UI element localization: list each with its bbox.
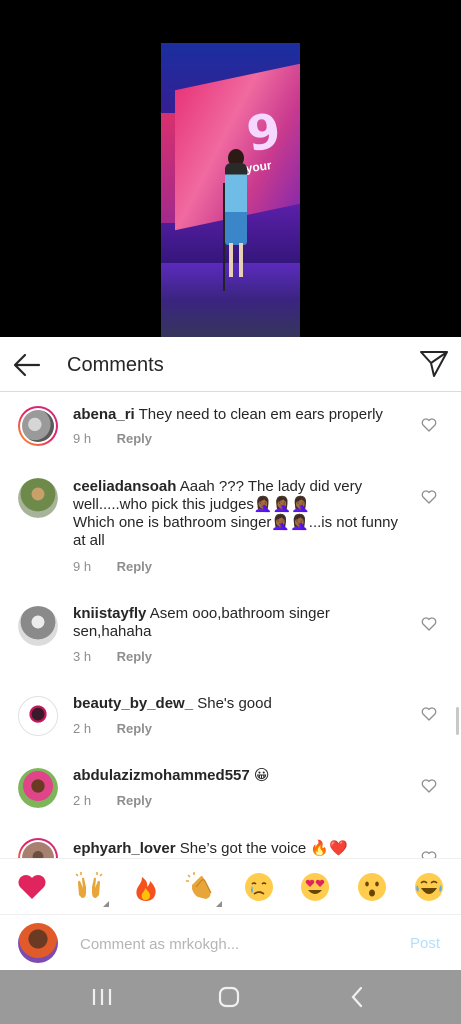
emoji-clapping-button[interactable] xyxy=(180,865,224,909)
recent-apps-button[interactable] xyxy=(88,984,116,1010)
reply-button[interactable]: Reply xyxy=(117,721,152,736)
comment-time: 9 h xyxy=(73,431,92,446)
performer-legs xyxy=(229,243,243,277)
comment-username[interactable]: ephyarh_lover xyxy=(73,840,176,857)
emoji-heart-button[interactable] xyxy=(10,865,54,909)
comment-username[interactable]: kniistayfly xyxy=(73,605,146,622)
heart-icon xyxy=(421,617,437,631)
heart-icon xyxy=(421,418,437,432)
reply-button[interactable]: Reply xyxy=(117,559,152,574)
video-frame[interactable]: 9 ck your xyxy=(161,43,300,337)
reply-button[interactable]: Reply xyxy=(117,793,152,808)
skin-tone-marker xyxy=(216,900,223,907)
emoji-surprised-button[interactable] xyxy=(350,865,394,909)
like-button[interactable] xyxy=(421,850,437,858)
heart-icon xyxy=(421,707,437,721)
comment-meta: 3 h Reply xyxy=(73,649,152,664)
comment-meta: 2 h Reply xyxy=(73,793,152,808)
comment-username[interactable]: abena_ri xyxy=(73,406,135,423)
like-button[interactable] xyxy=(421,417,437,433)
comment-body: She's good xyxy=(197,695,272,712)
emoji-laughing-button[interactable] xyxy=(407,865,451,909)
like-button[interactable] xyxy=(421,706,437,722)
share-button[interactable] xyxy=(418,349,450,379)
fire-icon xyxy=(135,876,156,901)
avatar[interactable] xyxy=(18,838,58,858)
comment-time: 2 h xyxy=(73,793,92,808)
crying-face-icon xyxy=(244,872,273,901)
video-player[interactable]: 9 ck your xyxy=(0,0,461,337)
avatar[interactable] xyxy=(18,768,58,808)
scrollbar-thumb[interactable] xyxy=(456,707,459,735)
comment-meta: 9 h Reply xyxy=(73,431,152,446)
reply-button[interactable]: Reply xyxy=(117,431,152,446)
skin-tone-marker xyxy=(102,900,109,907)
comment-meta: 9 h Reply xyxy=(73,559,152,574)
chevron-left-icon xyxy=(351,986,363,1008)
comments-list[interactable]: abena_ri They need to clean em ears prop… xyxy=(0,392,461,858)
comment-username[interactable]: beauty_by_dew_ xyxy=(73,695,193,712)
like-button[interactable] xyxy=(421,489,437,505)
comment-username[interactable]: abdulazizmohammed557 xyxy=(73,767,250,784)
post-button[interactable]: Post xyxy=(410,935,440,952)
page-title: Comments xyxy=(67,354,164,376)
comment-text: ephyarh_lover She’s got the voice 🔥❤️ xyxy=(73,840,403,858)
avatar[interactable] xyxy=(18,696,58,736)
avatar[interactable] xyxy=(18,478,58,518)
heart-eyes-icon xyxy=(301,872,330,901)
emoji-heart-eyes-button[interactable] xyxy=(293,865,337,909)
avatar[interactable] xyxy=(18,406,58,446)
like-button[interactable] xyxy=(421,616,437,632)
home-icon xyxy=(218,986,240,1008)
paper-plane-icon xyxy=(420,351,448,377)
clapping-hands-icon xyxy=(186,871,212,899)
comment-time: 3 h xyxy=(73,649,92,664)
comment-time: 9 h xyxy=(73,559,92,574)
current-user-avatar xyxy=(18,923,58,963)
emoji-crying-button[interactable] xyxy=(237,865,281,909)
comments-header: Comments xyxy=(0,337,461,392)
back-nav-button[interactable] xyxy=(344,984,372,1010)
comment-time: 2 h xyxy=(73,721,92,736)
emoji-fire-button[interactable] xyxy=(124,865,168,909)
heart-icon xyxy=(421,851,437,858)
raising-hands-icon xyxy=(75,871,103,898)
red-heart-icon xyxy=(18,874,46,899)
comment-text: abena_ri They need to clean em ears prop… xyxy=(73,406,403,424)
quick-emoji-bar xyxy=(0,858,461,914)
comment-input[interactable] xyxy=(80,933,400,955)
comment-text: beauty_by_dew_ She's good xyxy=(73,695,403,713)
heart-icon xyxy=(421,490,437,504)
reply-button[interactable]: Reply xyxy=(117,649,152,664)
comment-body: They need to clean em ears properly xyxy=(138,406,383,423)
comment-body: She’s got the voice 🔥❤️ xyxy=(179,840,348,857)
back-button[interactable] xyxy=(12,351,42,379)
emoji-raising-hands-button[interactable] xyxy=(67,865,111,909)
comment-text: ceeliadansoah Aaah ??? The lady did very… xyxy=(73,478,403,550)
arrow-left-icon xyxy=(13,353,41,377)
heart-icon xyxy=(421,779,437,793)
comment-text: kniistayfly Asem ooo,bathroom singer sen… xyxy=(73,605,403,641)
recent-apps-icon xyxy=(92,989,112,1005)
system-nav-bar xyxy=(0,970,461,1024)
like-button[interactable] xyxy=(421,778,437,794)
comment-meta: 2 h Reply xyxy=(73,721,152,736)
home-button[interactable] xyxy=(215,984,243,1010)
comment-composer: Post xyxy=(0,914,461,970)
comment-username[interactable]: ceeliadansoah xyxy=(73,478,176,495)
surprised-face-icon xyxy=(358,872,387,901)
avatar[interactable] xyxy=(18,606,58,646)
performer-body xyxy=(225,163,247,245)
comment-text: abdulazizmohammed557 😀 xyxy=(73,767,403,785)
tears-of-joy-icon xyxy=(414,872,443,901)
comment-body: 😀 xyxy=(253,767,270,784)
